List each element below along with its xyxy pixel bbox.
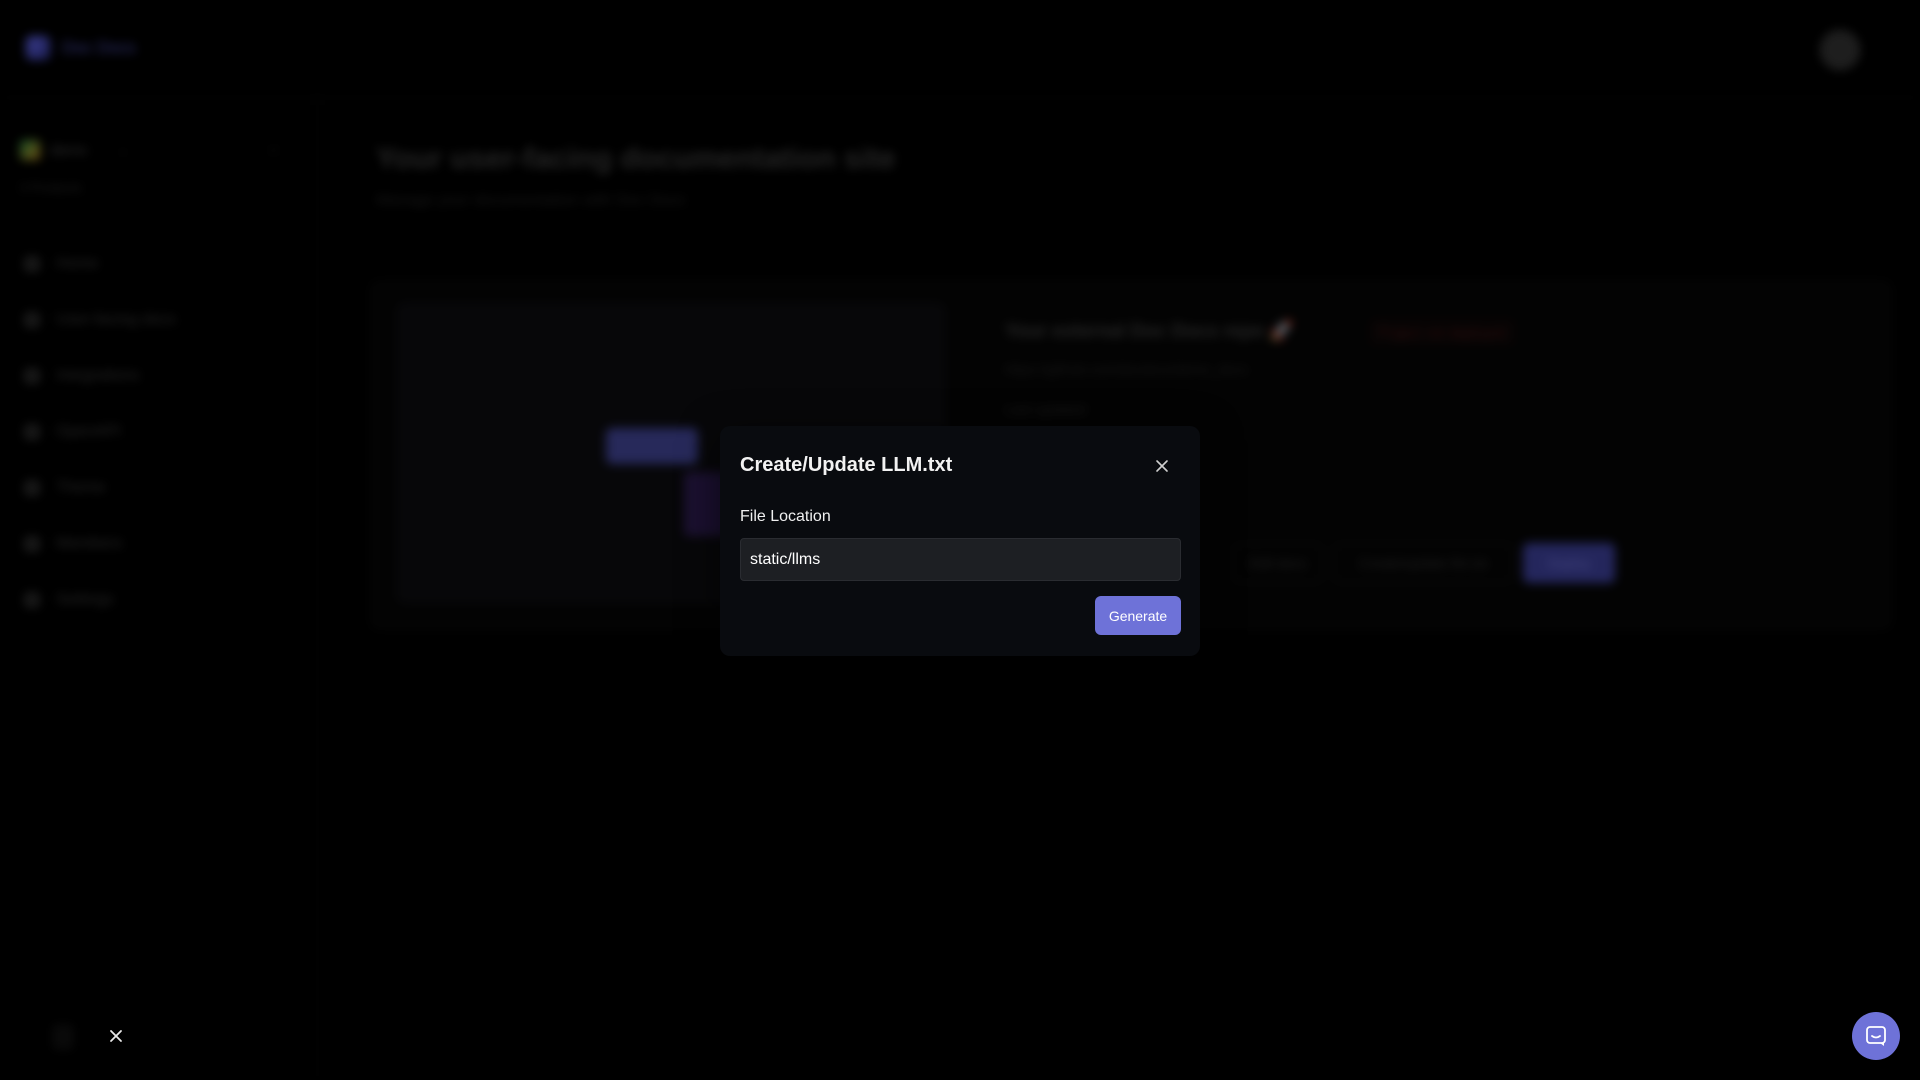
close-button[interactable]: [1148, 452, 1176, 480]
dialog-title: Create/Update LLM.txt: [740, 454, 953, 476]
chat-launcher-button[interactable]: [1852, 1012, 1900, 1060]
close-icon: [1156, 460, 1168, 472]
create-llm-txt-dialog: Create/Update LLM.txt File Location Gene…: [720, 426, 1200, 656]
close-icon: [110, 1030, 122, 1042]
dismiss-widget-button[interactable]: [104, 1024, 128, 1048]
chat-icon: [1866, 1026, 1886, 1046]
file-location-label: File Location: [740, 508, 831, 525]
generate-button[interactable]: Generate: [1095, 596, 1181, 635]
file-location-input[interactable]: [740, 538, 1181, 581]
